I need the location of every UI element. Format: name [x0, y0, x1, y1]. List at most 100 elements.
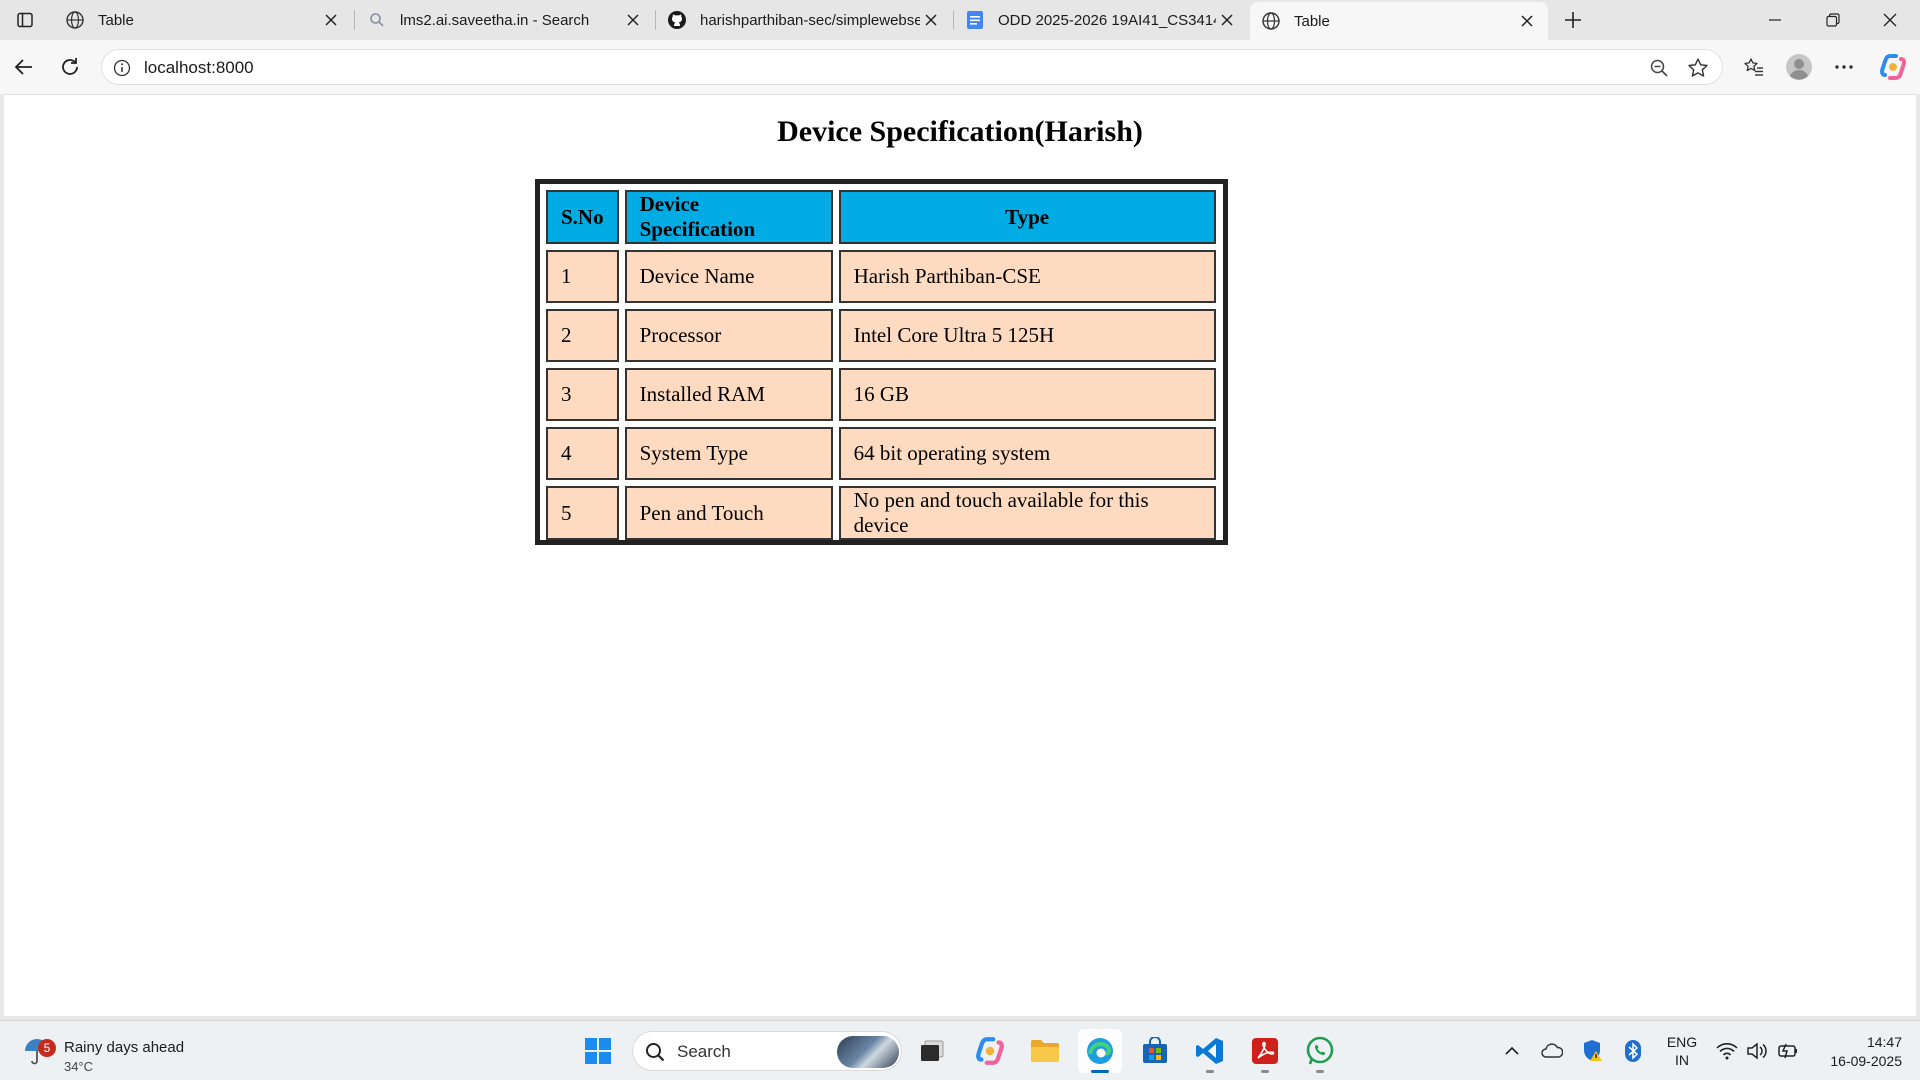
favorite-star-icon[interactable]	[1686, 56, 1710, 80]
close-icon[interactable]	[622, 9, 644, 31]
chevron-up-icon	[1505, 1046, 1519, 1055]
device-spec-table: S.No Device Specification Type 1 Device …	[540, 184, 1222, 546]
start-button[interactable]	[576, 1029, 620, 1073]
close-icon[interactable]	[920, 9, 942, 31]
onedrive-tray[interactable]	[1540, 1039, 1564, 1063]
address-bar[interactable]: localhost:8000	[101, 49, 1723, 85]
cell-spec: Pen and Touch	[624, 486, 833, 540]
edge-app[interactable]	[1078, 1029, 1122, 1073]
favorites-button[interactable]	[1737, 50, 1771, 84]
running-indicator	[1316, 1070, 1324, 1073]
vscode-app[interactable]	[1188, 1029, 1232, 1073]
wifi-tray[interactable]	[1715, 1039, 1739, 1063]
cell-type: Intel Core Ultra 5 125H	[838, 309, 1216, 362]
cell-sno: 4	[546, 427, 619, 480]
cell-sno: 2	[546, 309, 619, 362]
tab-github[interactable]: harishparthiban-sec/simplewebse	[656, 0, 952, 40]
cell-spec: Installed RAM	[624, 368, 833, 421]
language-indicator[interactable]: ENG IN	[1664, 1033, 1700, 1069]
settings-menu-button[interactable]	[1827, 50, 1861, 84]
tab-actions-button[interactable]	[8, 6, 42, 34]
tab-title: Table	[98, 11, 134, 29]
pdf-icon	[1252, 1038, 1278, 1064]
tab-title: lms2.ai.saveetha.in - Search	[400, 11, 590, 29]
table-row: 2 Processor Intel Core Ultra 5 125H	[546, 309, 1216, 362]
running-indicator	[1206, 1070, 1214, 1073]
cloud-icon	[1541, 1043, 1563, 1058]
close-window-button[interactable]	[1862, 0, 1918, 40]
restore-button[interactable]	[1805, 0, 1861, 40]
favorites-list-icon	[1744, 58, 1763, 76]
tab-strip: Table lms2.ai.saveetha.in - Search haris…	[0, 0, 1920, 40]
tray-overflow-button[interactable]	[1500, 1039, 1524, 1063]
page-viewport: Device Specification(Harish) S.No Device…	[4, 94, 1916, 1016]
docs-icon	[964, 9, 986, 31]
windows-logo-icon	[585, 1038, 611, 1064]
cell-sno: 1	[546, 250, 619, 303]
profile-button[interactable]	[1782, 50, 1816, 84]
shield-warning-icon	[1584, 1040, 1602, 1061]
tab-table-active[interactable]: Table	[1250, 2, 1548, 40]
more-dots-icon	[1835, 65, 1853, 69]
tab-search[interactable]: lms2.ai.saveetha.in - Search	[356, 0, 654, 40]
cell-type: No pen and touch available for this devi…	[838, 486, 1216, 540]
refresh-button[interactable]	[53, 50, 87, 84]
region-code: IN	[1675, 1052, 1689, 1068]
speaker-icon	[1747, 1042, 1767, 1060]
store-app[interactable]	[1133, 1029, 1177, 1073]
bluetooth-icon	[1625, 1040, 1641, 1062]
tab-docs[interactable]: ODD 2025-2026 19AI41_CS3414-	[954, 0, 1248, 40]
system-clock[interactable]: 14:47 16-09-2025	[1810, 1033, 1902, 1071]
table-row: 1 Device Name Harish Parthiban-CSE	[546, 250, 1216, 303]
copilot-icon	[1880, 54, 1906, 80]
tab-table-1[interactable]: Table	[54, 0, 352, 40]
table-row: 4 System Type 64 bit operating system	[546, 427, 1216, 480]
tab-title: Table	[1294, 12, 1330, 30]
restore-icon	[1826, 13, 1840, 27]
spec-table: S.No Device Specification Type 1 Device …	[535, 179, 1228, 545]
copilot-app[interactable]	[968, 1029, 1012, 1073]
volume-tray[interactable]	[1745, 1039, 1769, 1063]
zoom-out-icon[interactable]	[1648, 57, 1670, 79]
close-icon	[1883, 13, 1897, 27]
weather-temp: 34°C	[64, 1059, 94, 1074]
cell-sno: 5	[546, 486, 619, 540]
address-text[interactable]: localhost:8000	[144, 58, 254, 78]
close-icon[interactable]	[1216, 9, 1238, 31]
site-info-icon[interactable]	[112, 58, 132, 78]
folder-icon	[1031, 1040, 1059, 1062]
search-label: Search	[677, 1042, 731, 1061]
acrobat-app[interactable]	[1243, 1029, 1287, 1073]
cell-spec: System Type	[624, 427, 833, 480]
plus-icon	[1565, 12, 1581, 28]
close-icon[interactable]	[320, 9, 342, 31]
browser-toolbar: localhost:8000	[0, 40, 1920, 94]
github-icon	[666, 9, 688, 31]
tab-divider	[354, 10, 355, 30]
back-button[interactable]	[7, 50, 41, 84]
taskbar-search[interactable]: Search	[632, 1031, 902, 1071]
search-icon	[366, 9, 388, 31]
edge-browser-icon	[1087, 1038, 1113, 1064]
minimize-button[interactable]	[1747, 0, 1803, 40]
weather-widget[interactable]: 5 Rainy days ahead 34°C	[22, 1031, 202, 1074]
page-title: Device Specification(Harish)	[777, 115, 1143, 148]
minimize-icon	[1769, 19, 1781, 21]
avatar-icon	[1786, 54, 1812, 80]
windows-taskbar: 5 Rainy days ahead 34°C Search ENG IN 14…	[0, 1020, 1920, 1080]
new-tab-button[interactable]	[1557, 6, 1589, 34]
security-tray[interactable]	[1581, 1039, 1605, 1063]
file-explorer-app[interactable]	[1023, 1029, 1067, 1073]
copilot-button[interactable]	[1876, 50, 1910, 84]
column-header-sno: S.No	[546, 190, 619, 244]
cell-type: 16 GB	[838, 368, 1216, 421]
search-highlight-image	[837, 1036, 899, 1068]
battery-tray[interactable]	[1775, 1039, 1799, 1063]
cell-spec: Processor	[624, 309, 833, 362]
globe-icon	[1260, 10, 1282, 32]
column-header-spec: Device Specification	[624, 190, 833, 244]
bluetooth-tray[interactable]	[1621, 1039, 1645, 1063]
task-view-button[interactable]	[910, 1029, 954, 1073]
close-icon[interactable]	[1516, 10, 1538, 32]
whatsapp-app[interactable]	[1298, 1029, 1342, 1073]
